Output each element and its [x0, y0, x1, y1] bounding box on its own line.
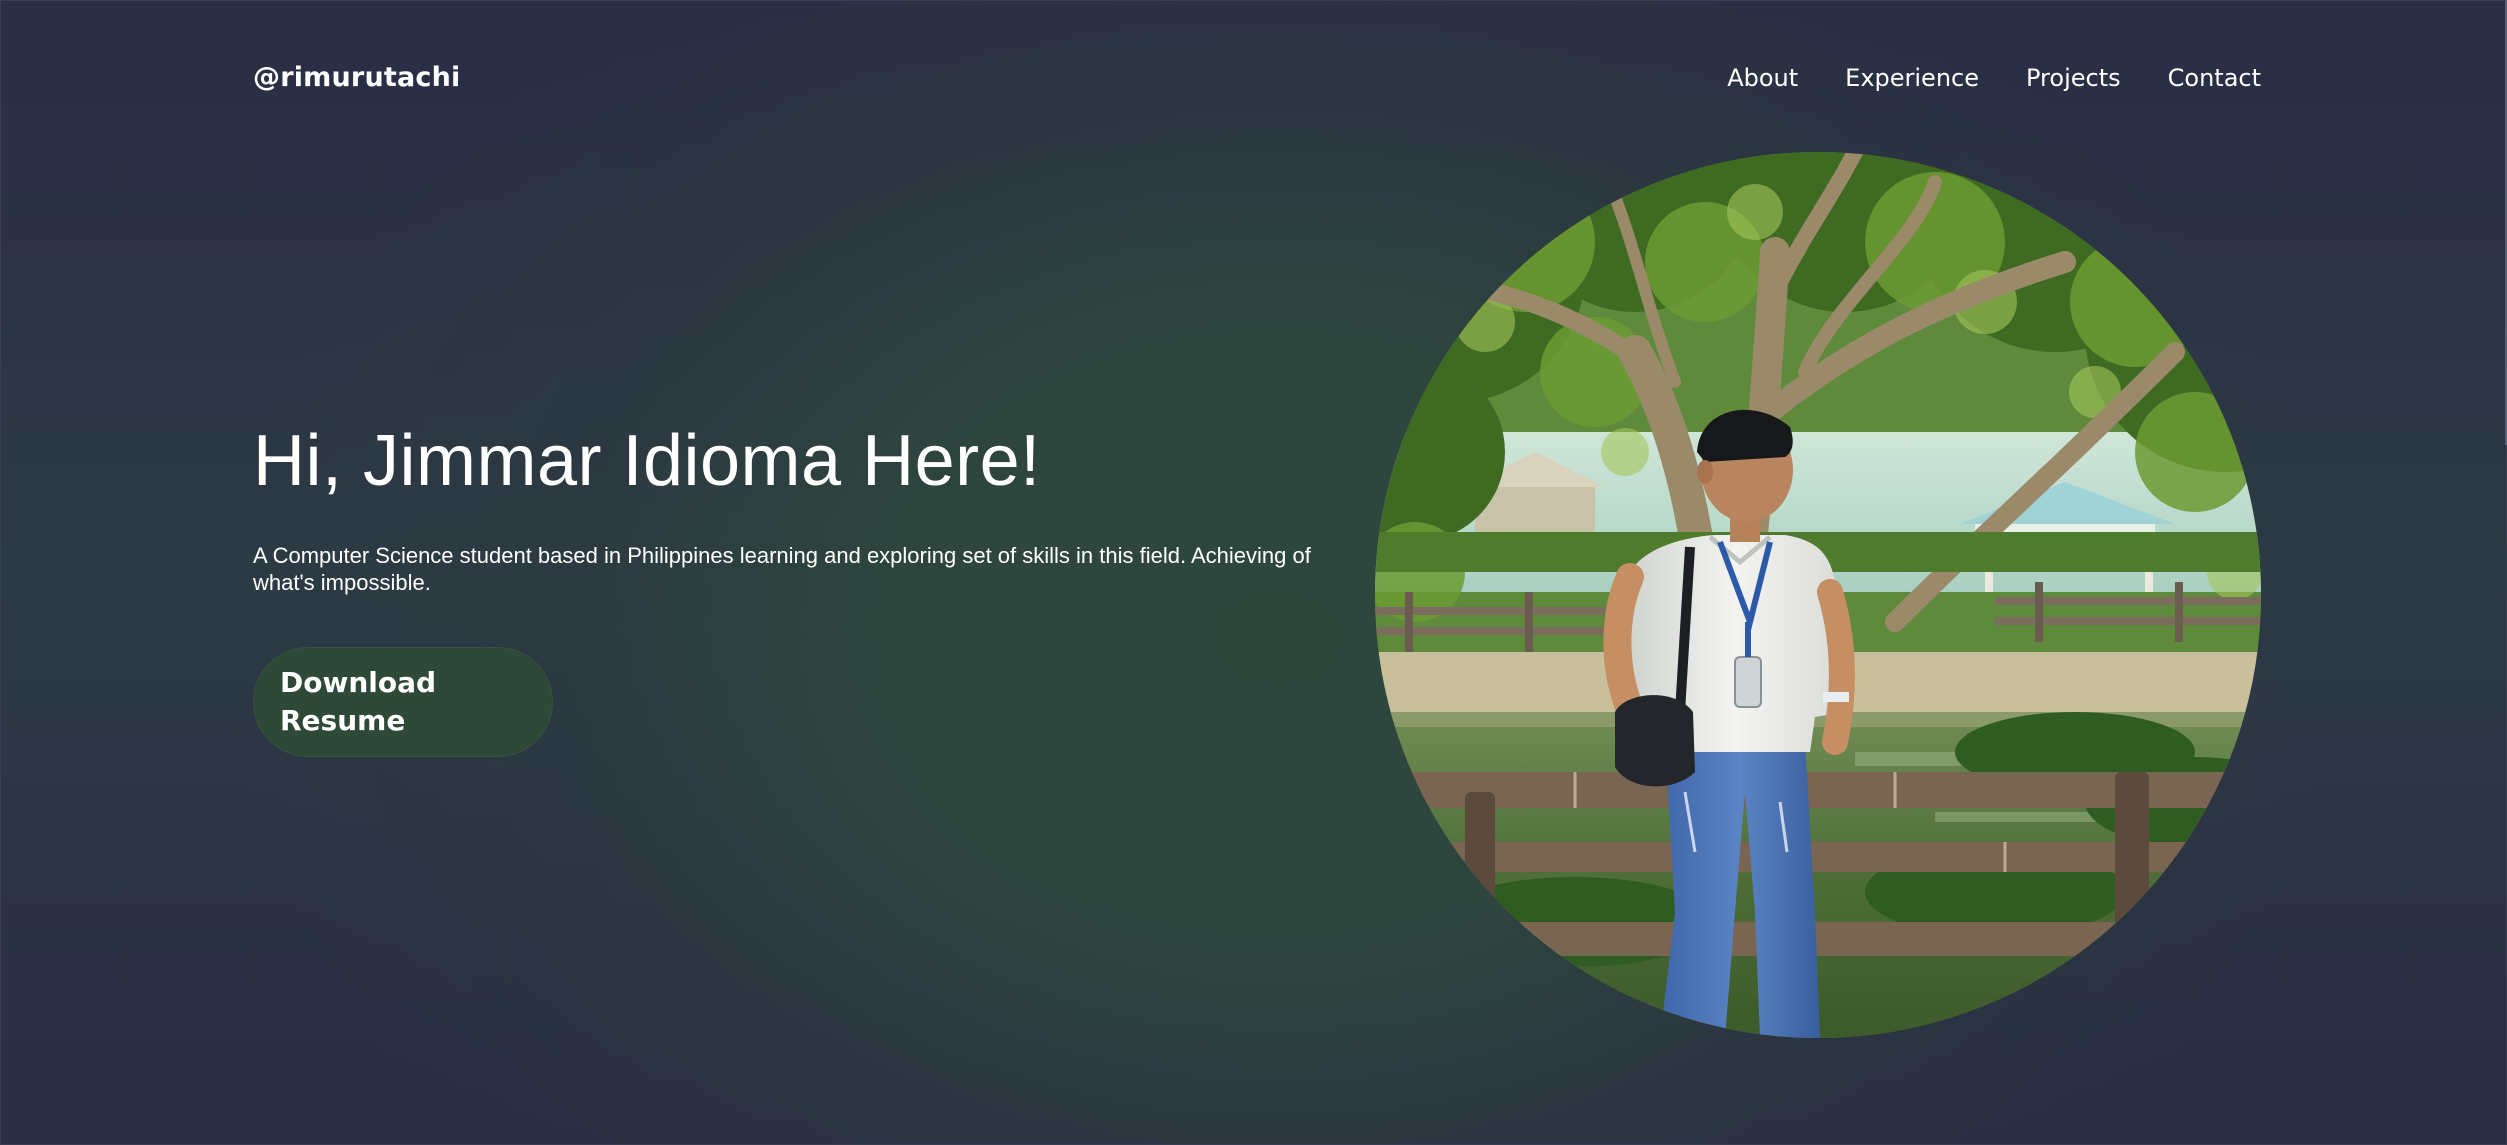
nav-link-contact[interactable]: Contact — [2168, 64, 2261, 92]
nav-link-about[interactable]: About — [1727, 64, 1798, 92]
main-nav: About Experience Projects Contact — [1727, 64, 2261, 92]
nav-link-experience[interactable]: Experience — [1845, 64, 1979, 92]
hero-description: A Computer Science student based in Phil… — [253, 543, 1311, 595]
profile-photo-illustration — [1375, 152, 2261, 1038]
download-resume-button[interactable]: Download Resume — [253, 647, 553, 757]
profile-photo — [1375, 152, 2261, 1038]
hero-title: Hi, Jimmar Idioma Here! — [253, 421, 1041, 501]
nav-link-projects[interactable]: Projects — [2026, 64, 2121, 92]
download-resume-label: Download Resume — [280, 666, 437, 737]
brand-logo[interactable]: @rimurutachi — [253, 62, 460, 93]
